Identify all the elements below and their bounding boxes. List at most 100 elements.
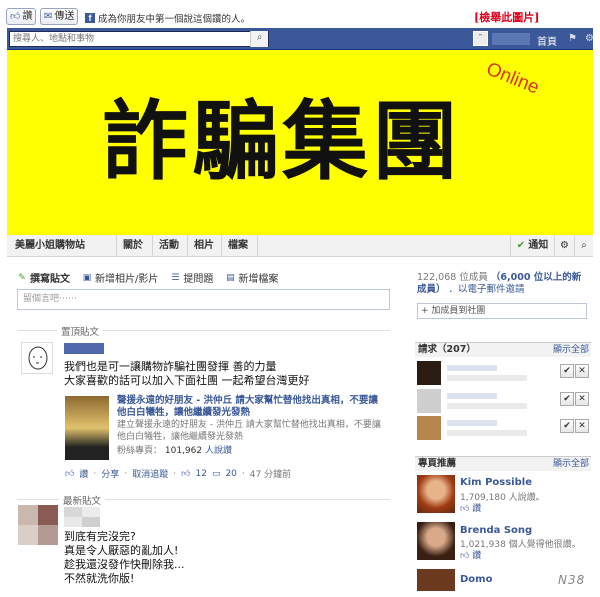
gear-icon[interactable]: ⚙ — [554, 235, 574, 257]
approve-check-icon[interactable]: ✔ — [560, 392, 574, 406]
members-summary: 122,068 位成員 （6,000 位以上的新成員） ．以電子郵件邀請 — [417, 272, 582, 295]
recommended-page-picture[interactable] — [417, 569, 455, 591]
recommended-header: 專頁推薦 顯示全部 — [415, 456, 591, 471]
recommended-like-button[interactable]: 👍︎ 讚 — [460, 501, 481, 514]
like-icon: 👍︎ — [65, 468, 75, 479]
facebook-icon: f — [85, 13, 95, 23]
thumbs-up-icon: 👍︎ — [460, 504, 470, 514]
link-title[interactable]: 聲援永遠的好朋友 - 洪仲丘 請大家幫忙替他找出真相，不要讓他白白犧牲，讓他繼續… — [117, 395, 387, 419]
tab-separator — [257, 235, 264, 257]
recommended-like-button[interactable]: 👍︎ 讚 — [460, 548, 481, 561]
report-link[interactable]: [檢舉此圖片] — [474, 9, 539, 25]
recommended-page-picture[interactable] — [417, 522, 455, 560]
facebook-header: 搜尋人、地點和事物 ⌕ ᵔ 首頁 ⚑ ⚙ — [7, 28, 594, 50]
cover-title: 詐騙集團 — [102, 92, 462, 192]
pinned-post-line2: 大家喜歡的話可以加入下面社團 一起希望台灣更好 — [64, 374, 310, 387]
pencil-icon: ✎ — [18, 272, 26, 283]
recent-author-blurred[interactable] — [64, 507, 100, 527]
request-name-blurred[interactable] — [447, 393, 497, 399]
tab-photos[interactable]: 相片 — [187, 235, 214, 257]
notifications-button[interactable]: ✔ 通知 — [510, 235, 554, 257]
add-file-button[interactable]: ▤ 新增檔案 — [225, 270, 278, 286]
likes-count[interactable]: 12 — [195, 469, 206, 479]
thumbs-up-icon: 👍︎ — [10, 11, 21, 22]
recent-post-line4: 不然就洗你版! — [64, 572, 135, 585]
link-description: 建立聲援永遠的好朋友 - 洪仲丘 請大家幫忙替他找出真相，不要讓他白白犧牲，讓他… — [117, 420, 381, 442]
request-avatar[interactable] — [417, 389, 441, 413]
profile-name-blurred[interactable] — [492, 33, 530, 45]
recent-post-line2: 真是令人厭惡的亂加人! — [64, 544, 179, 557]
recommended-page-name[interactable]: Kim Possible — [460, 477, 532, 488]
recent-post-avatar-blurred[interactable] — [18, 505, 58, 545]
unfollow-link[interactable]: 取消追蹤 — [132, 467, 168, 480]
check-icon: ✔ — [516, 240, 526, 251]
recent-post-line3: 趁我還沒發作快刪除我... — [64, 558, 185, 571]
requests-show-all[interactable]: 顯示全部 — [553, 343, 589, 357]
ask-question-button[interactable]: ☰ 提問題 — [170, 270, 213, 286]
recommended-page-name[interactable]: Brenda Song — [460, 525, 532, 536]
pinned-post-line1: 我們也是可一讓購物詐騙社團發揮 善的力量 — [64, 360, 277, 373]
approve-check-icon[interactable]: ✔ — [560, 364, 574, 378]
share-bar: 👍︎ 讚 ✉︎ 傳送 f 成為你朋友中第一個說這個讚的人。 [檢舉此圖片] — [0, 0, 600, 28]
group-tab-bar: 美麗小姐購物站 關於 活動 相片 檔案 ✔ 通知 ⚙ ⌕ — [7, 235, 593, 257]
watermark: N38 — [558, 573, 586, 587]
comments-count[interactable]: 20 — [225, 469, 236, 479]
recommended-page-name[interactable]: Domo — [460, 574, 492, 585]
decline-close-icon[interactable]: ✕ — [575, 392, 589, 406]
link-fans: 粉絲專頁： 101,962 人說讚 — [117, 446, 232, 456]
file-icon: ▤ — [226, 272, 235, 283]
face-icon — [28, 346, 48, 370]
link-thumbnail[interactable] — [65, 396, 109, 460]
request-name-blurred[interactable] — [447, 365, 497, 371]
recent-post-line1: 到底有完沒完? — [64, 530, 136, 543]
likes-count-icon: 👍︎ — [181, 468, 191, 479]
search-icon[interactable]: ⌕ — [574, 235, 593, 257]
like-link[interactable]: 讚 — [79, 467, 88, 480]
like-sentence: f 成為你朋友中第一個說這個讚的人。 — [85, 11, 250, 25]
group-name-tab[interactable]: 美麗小姐購物站 — [15, 235, 85, 257]
author-name-blurred[interactable] — [64, 343, 104, 354]
approve-check-icon[interactable]: ✔ — [560, 419, 574, 433]
home-link[interactable]: 首頁 — [537, 33, 557, 48]
send-icon: ✉︎ — [44, 11, 53, 22]
request-info-blurred — [447, 375, 527, 381]
requests-header: 請求（207） 顯示全部 — [415, 342, 591, 357]
request-avatar[interactable] — [417, 361, 441, 385]
request-name-blurred[interactable] — [447, 420, 497, 426]
search-input[interactable]: 搜尋人、地點和事物 — [9, 31, 269, 47]
pinned-post-meta: 👍︎ 讚 · 分享 · 取消追蹤 · 👍︎ 12 ▭ 20 · 47 分鐘前 — [65, 467, 292, 481]
pinned-section-label: 置頂貼文 — [57, 324, 104, 338]
pinned-post-avatar[interactable] — [21, 342, 53, 374]
cover-tag: Online — [483, 58, 543, 99]
decline-close-icon[interactable]: ✕ — [575, 364, 589, 378]
request-avatar[interactable] — [417, 416, 441, 440]
share-link[interactable]: 分享 — [101, 467, 119, 480]
decline-close-icon[interactable]: ✕ — [575, 419, 589, 433]
thumbs-up-icon: 👍︎ — [460, 551, 470, 561]
recommended-page-picture[interactable] — [417, 475, 455, 513]
tab-about[interactable]: 關於 — [116, 235, 143, 257]
request-info-blurred — [447, 403, 527, 409]
cover-photo: 詐騙集團 Online — [7, 50, 593, 235]
composer-actions: ✎ 撰寫貼文 ▣ 新增相片/影片 ☰ 提問題 ▤ 新增檔案 — [17, 270, 290, 286]
add-photo-button[interactable]: ▣ 新增相片/影片 — [82, 270, 159, 286]
friend-requests-icon[interactable]: ⚑ — [568, 33, 577, 44]
profile-avatar[interactable]: ᵔ — [473, 31, 488, 46]
recent-section-label: 最新貼文 — [59, 493, 106, 507]
write-post-button[interactable]: ✎ 撰寫貼文 — [17, 270, 70, 286]
like-button[interactable]: 👍︎ 讚 — [6, 8, 37, 25]
post-time: 47 分鐘前 — [249, 470, 292, 480]
settings-gear-icon[interactable]: ⚙ — [585, 33, 594, 44]
invite-email-link[interactable]: ．以電子郵件邀請 — [449, 284, 525, 295]
tab-events[interactable]: 活動 — [152, 235, 179, 257]
send-button[interactable]: ✉︎ 傳送 — [40, 8, 79, 25]
add-member-input[interactable]: + 加成員到社團 — [417, 303, 587, 319]
comment-icon: ▭ — [211, 468, 221, 479]
photo-icon: ▣ — [82, 272, 92, 283]
tab-files[interactable]: 檔案 — [221, 235, 248, 257]
composer-input[interactable]: 留個言吧⋯⋯ — [17, 289, 390, 310]
question-icon: ☰ — [171, 272, 180, 283]
recommended-show-all[interactable]: 顯示全部 — [553, 457, 589, 471]
request-info-blurred — [447, 430, 527, 436]
search-icon[interactable]: ⌕ — [250, 31, 268, 47]
